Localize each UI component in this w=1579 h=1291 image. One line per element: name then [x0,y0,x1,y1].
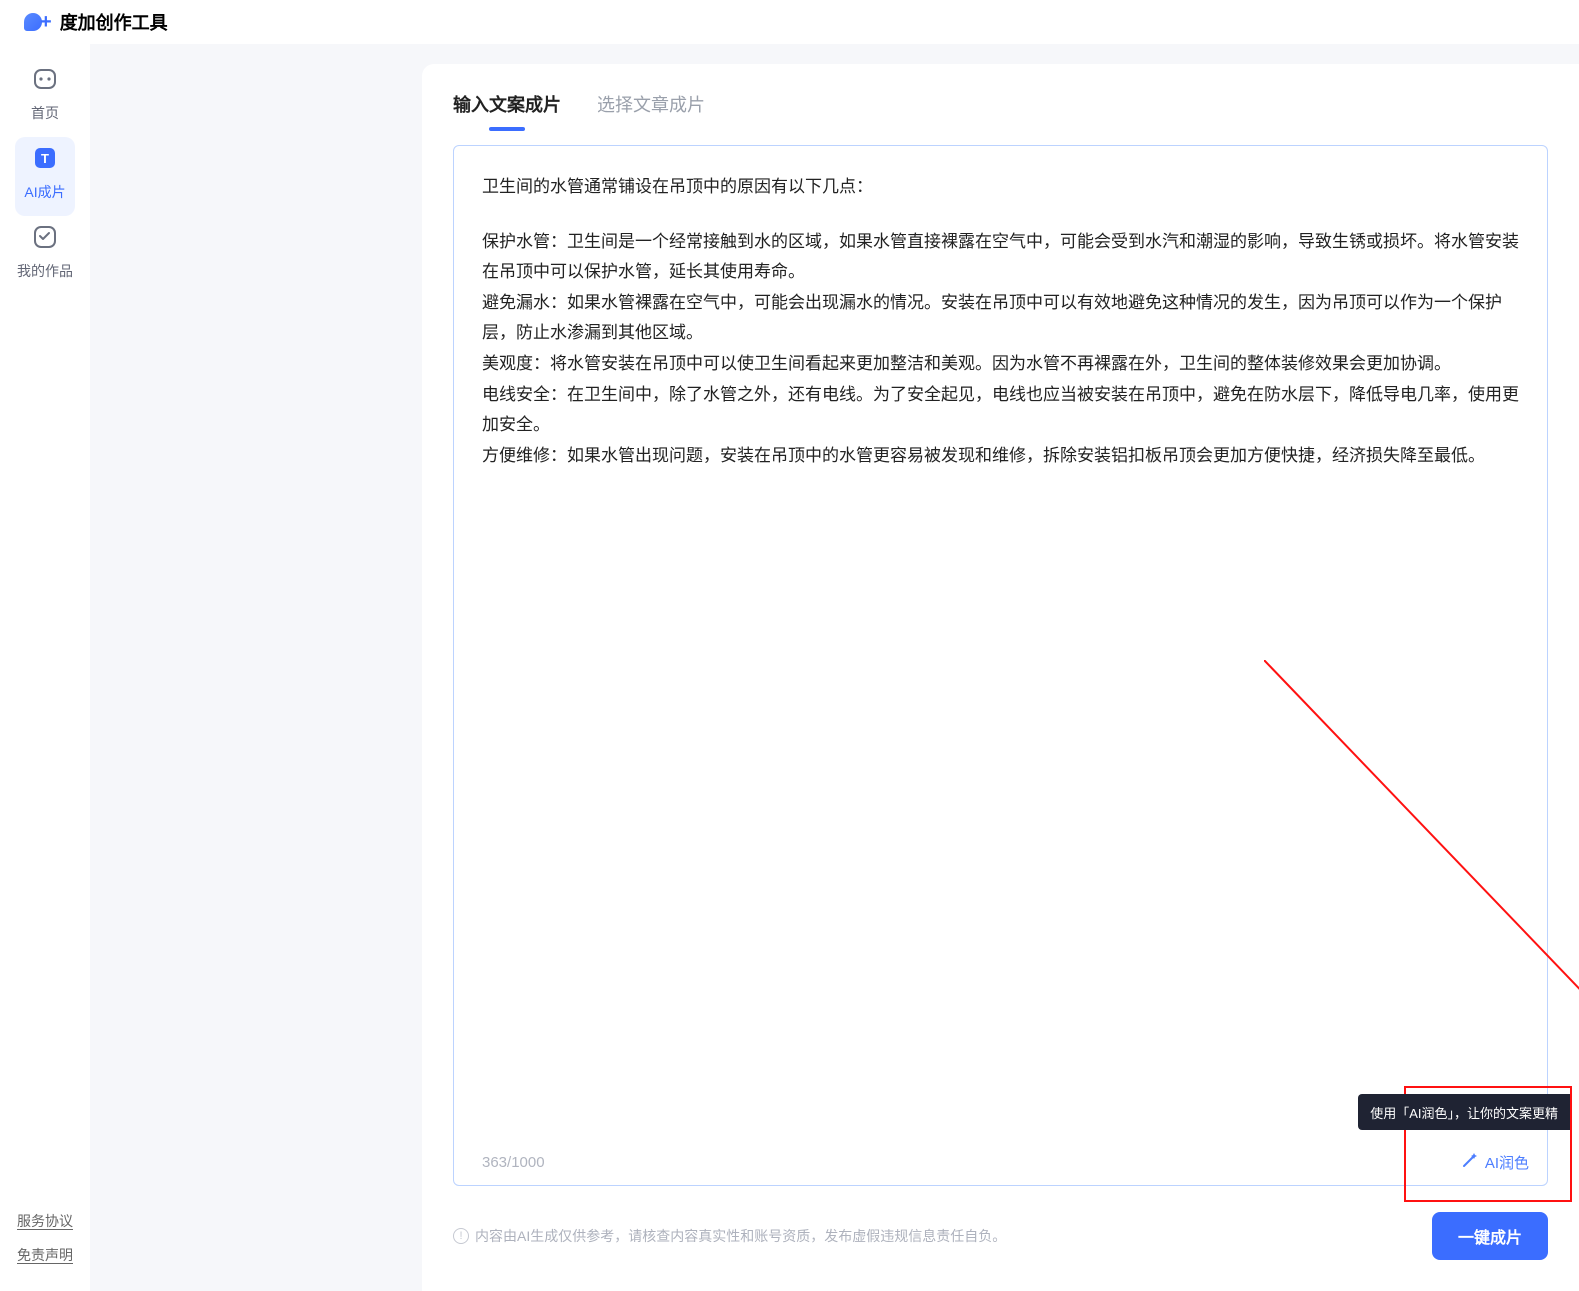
editor-line: 电线安全：在卫生间中，除了水管之外，还有电线。为了安全起见，电线也应当被安装在吊… [482,380,1519,441]
ai-polish-button[interactable]: AI润色 [1461,1151,1529,1173]
script-editor-box: 卫生间的水管通常铺设在吊顶中的原因有以下几点： 保护水管：卫生间是一个经常接触到… [453,145,1548,1186]
app-name: 度加创作工具 [60,9,168,35]
editor-line: 避免漏水：如果水管裸露在空气中，可能会出现漏水的情况。安装在吊顶中可以有效地避免… [482,288,1519,349]
editor-line: 保护水管：卫生间是一个经常接触到水的区域，如果水管直接裸露在空气中，可能会受到水… [482,227,1519,288]
tab-input-script[interactable]: 输入文案成片 [453,91,561,131]
editor-line: 美观度：将水管安装在吊顶中可以使卫生间看起来更加整洁和美观。因为水管不再裸露在外… [482,349,1519,380]
sidebar-item-ai-video[interactable]: T AI成片 [15,137,75,216]
svg-text:T: T [41,151,49,166]
info-icon: ! [453,1228,469,1244]
mode-tabs: 输入文案成片 选择文章成片 [423,65,1578,131]
card-footer: ! 内容由AI生成仅供参考，请核查内容真实性和账号资质，发布虚假违规信息责任自负… [423,1186,1578,1290]
editor-line: 方便维修：如果水管出现问题，安装在吊顶中的水管更容易被发现和维修，拆除安装铝扣板… [482,441,1519,472]
sidebar-item-label: 首页 [31,103,59,123]
script-editor[interactable]: 卫生间的水管通常铺设在吊顶中的原因有以下几点： 保护水管：卫生间是一个经常接触到… [454,146,1547,1185]
ai-disclaimer-note: ! 内容由AI生成仅供参考，请核查内容真实性和账号资质，发布虚假违规信息责任自负… [453,1226,1006,1246]
char-count-current: 363 [482,1154,507,1171]
ai-video-icon: T [32,145,58,176]
editor-line: 卫生间的水管通常铺设在吊顶中的原因有以下几点： [482,172,1519,203]
tab-select-article[interactable]: 选择文章成片 [597,91,705,131]
app-logo-bar: + 度加创作工具 [0,0,1579,44]
home-icon [31,66,59,97]
authoring-card: 输入文案成片 选择文章成片 卫生间的水管通常铺设在吊顶中的原因有以下几点： 保护… [422,64,1579,1291]
editor-blank-line [482,203,1519,227]
sidebar: 首页 T AI成片 我的作品 服务协议 免责声明 [0,44,90,1291]
ai-polish-label: AI润色 [1485,1152,1529,1173]
generate-video-button[interactable]: 一键成片 [1432,1212,1548,1260]
my-works-icon [31,224,59,255]
app-logo-icon: + [24,12,52,32]
link-terms-of-service[interactable]: 服务协议 [17,1211,73,1231]
sidebar-item-my-works[interactable]: 我的作品 [15,216,75,295]
ai-disclaimer-text: 内容由AI生成仅供参考，请核查内容真实性和账号资质，发布虚假违规信息责任自负。 [475,1226,1006,1246]
sidebar-item-label: AI成片 [24,182,65,202]
sidebar-footer: 服务协议 免责声明 [0,1197,90,1265]
sidebar-item-label: 我的作品 [17,261,73,281]
char-counter: 363/1000 [482,1154,545,1171]
magic-wand-icon [1461,1151,1479,1173]
link-disclaimer[interactable]: 免责声明 [17,1245,73,1265]
char-count-max: 1000 [511,1154,544,1171]
sidebar-item-home[interactable]: 首页 [15,58,75,137]
